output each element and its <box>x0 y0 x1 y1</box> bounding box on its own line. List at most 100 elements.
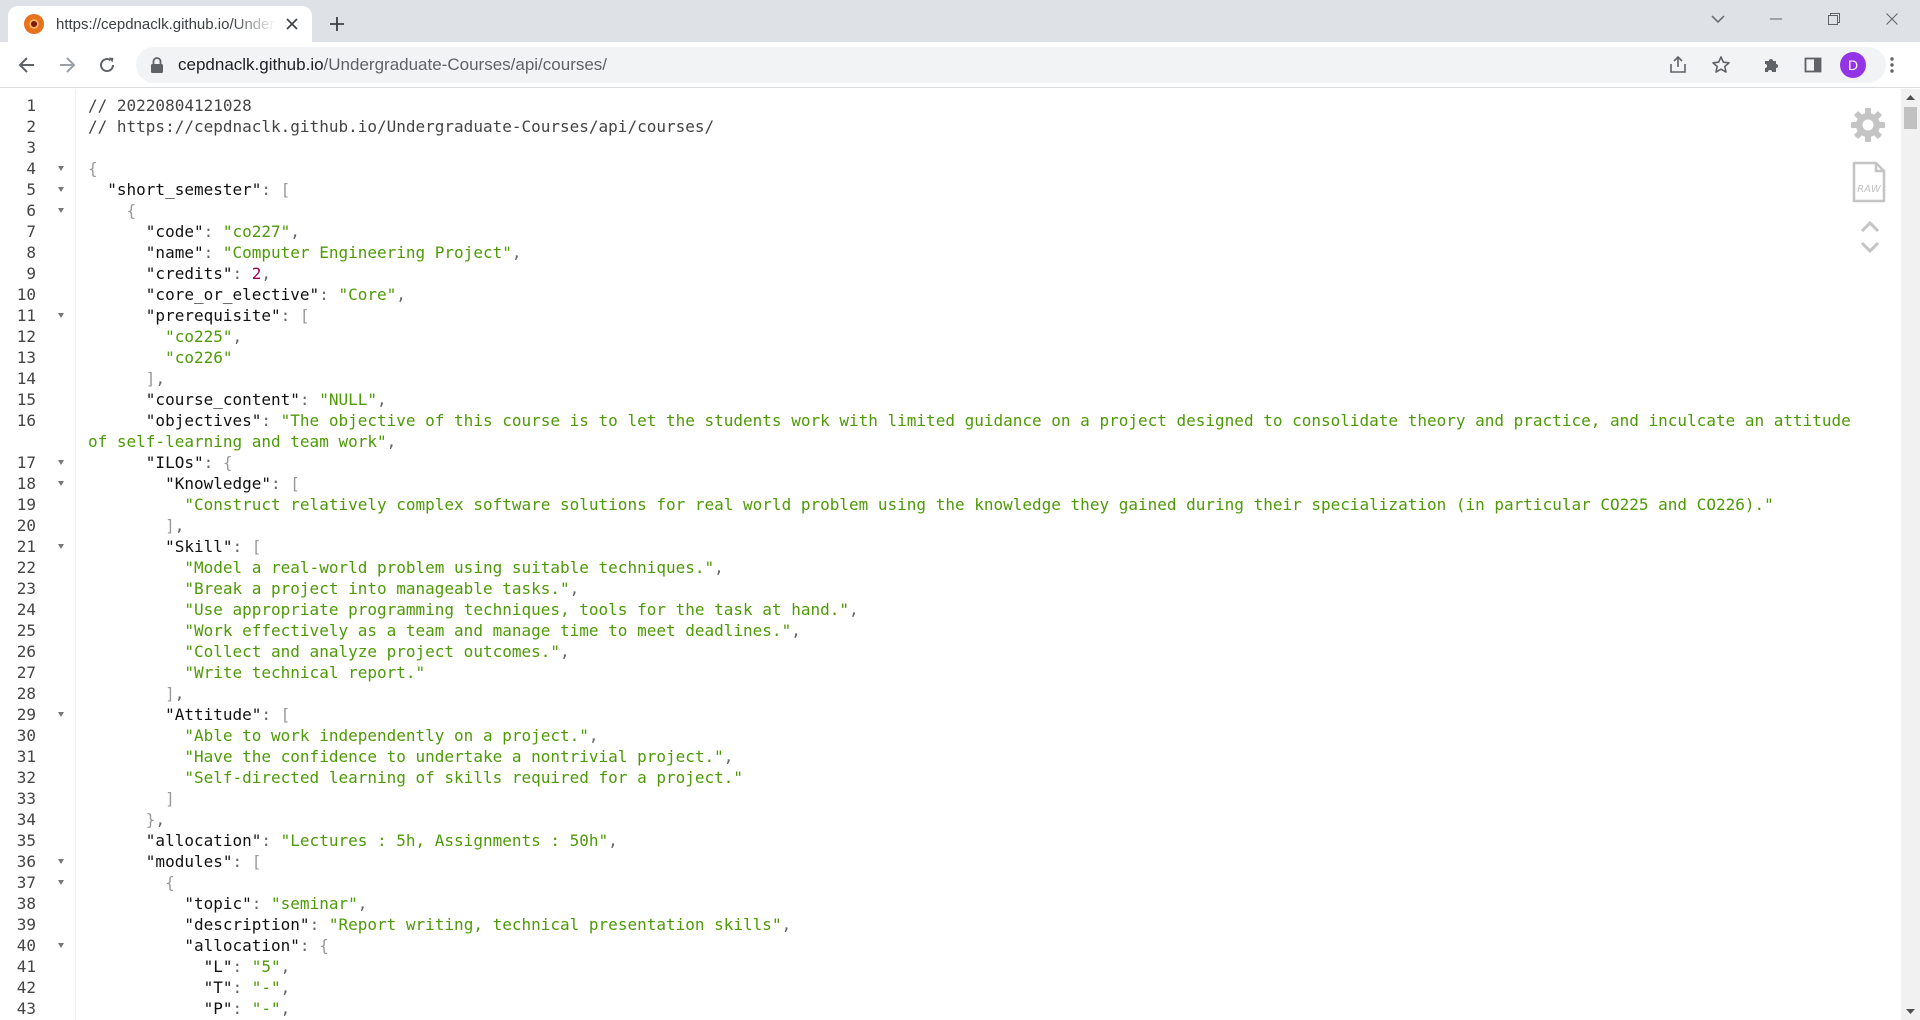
bookmark-star-icon[interactable] <box>1709 53 1733 77</box>
code-line: 38 "topic": "seminar", <box>0 893 1900 914</box>
code-line: 39 "description": "Report writing, techn… <box>0 914 1900 935</box>
fold-toggle-icon[interactable] <box>36 935 76 956</box>
extensions-puzzle-icon[interactable] <box>1756 49 1788 81</box>
fold-toggle-icon[interactable] <box>36 473 76 494</box>
fold-toggle-icon[interactable] <box>36 872 76 893</box>
json-punctuation <box>88 600 184 619</box>
browser-tab[interactable]: https://cepdnaclk.github.io/Undergraduat… <box>8 6 312 42</box>
json-punctuation: , <box>386 432 397 451</box>
fold-toggle-icon[interactable] <box>36 452 76 473</box>
code-line: 8 "name": "Computer Engineering Project"… <box>0 242 1900 263</box>
json-punctuation: , <box>714 558 724 577</box>
line-text: "Work effectively as a team and manage t… <box>88 620 1858 641</box>
vertical-scrollbar[interactable] <box>1901 89 1920 1020</box>
minimize-button[interactable] <box>1748 0 1804 38</box>
json-string: "co226" <box>165 348 233 367</box>
line-text: "Skill": [ <box>88 536 1858 557</box>
json-punctuation: : <box>299 390 320 409</box>
json-number: 2 <box>251 264 262 283</box>
scroll-up-arrow-icon[interactable] <box>1901 89 1920 106</box>
fold-toggle-icon[interactable] <box>36 704 76 725</box>
kebab-menu-icon[interactable] <box>1876 49 1908 81</box>
scroll-down-arrow-icon[interactable] <box>1901 1003 1920 1020</box>
restore-button[interactable] <box>1806 0 1862 38</box>
line-text: "allocation": { <box>88 935 1858 956</box>
code-line: 22 "Model a real-world problem using sui… <box>0 557 1900 578</box>
new-tab-button[interactable] <box>322 9 352 39</box>
line-number: 30 <box>16 726 36 745</box>
json-punctuation <box>88 831 146 850</box>
fold-toggle-icon[interactable] <box>36 851 76 872</box>
line-text: "Attitude": [ <box>88 704 1858 725</box>
json-key: "allocation" <box>145 831 262 850</box>
fold-toggle-icon[interactable] <box>36 200 76 221</box>
json-punctuation <box>88 705 165 724</box>
json-punctuation: , <box>588 726 599 745</box>
json-key: "credits" <box>145 264 233 283</box>
line-number: 37 <box>16 873 36 892</box>
code-line: 42 "T": "-", <box>0 977 1900 998</box>
json-punctuation: : <box>261 411 281 430</box>
json-string: "Core" <box>338 285 397 304</box>
url-text[interactable]: cepdnaclk.github.io/Undergraduate-Course… <box>178 55 607 75</box>
json-bracket: [ <box>290 474 300 493</box>
profile-avatar[interactable]: D <box>1840 52 1866 78</box>
code-line: 28 ], <box>0 683 1900 704</box>
line-text: ], <box>88 683 1858 704</box>
close-window-button[interactable] <box>1864 0 1920 38</box>
back-button[interactable] <box>11 49 43 81</box>
code-line: 16 "objectives": "The objective of this … <box>0 410 1900 452</box>
chevron-up-icon[interactable] <box>1860 219 1880 233</box>
raw-file-icon[interactable]: RAW <box>1852 161 1886 203</box>
code-line: 5 "short_semester": [ <box>0 179 1900 200</box>
tab-close-icon[interactable] <box>282 14 302 34</box>
json-punctuation: , <box>723 747 734 766</box>
json-key: "core_or_elective" <box>145 285 320 304</box>
line-number: 2 <box>26 117 36 136</box>
json-punctuation <box>88 789 165 808</box>
tab-search-button[interactable] <box>1690 0 1746 38</box>
code-line: 23 "Break a project into manageable task… <box>0 578 1900 599</box>
side-panel-icon[interactable] <box>1797 49 1829 81</box>
json-punctuation: , <box>174 516 185 535</box>
share-icon[interactable] <box>1666 53 1690 77</box>
json-punctuation <box>88 474 165 493</box>
chevron-down-icon[interactable] <box>1860 241 1880 255</box>
lock-icon[interactable] <box>150 57 164 73</box>
gear-icon[interactable] <box>1850 107 1886 143</box>
line-text: }, <box>88 809 1858 830</box>
code-line: 40 "allocation": { <box>0 935 1900 956</box>
json-punctuation: , <box>781 915 792 934</box>
line-text: "T": "-", <box>88 977 1858 998</box>
fold-toggle-icon[interactable] <box>36 179 76 200</box>
fold-toggle-icon[interactable] <box>36 158 76 179</box>
json-punctuation: : <box>251 894 272 913</box>
line-text: "Able to work independently on a project… <box>88 725 1858 746</box>
json-string: "Collect and analyze project outcomes." <box>184 642 561 661</box>
forward-button[interactable] <box>51 49 83 81</box>
json-punctuation: , <box>280 978 291 997</box>
code-line: 10 "core_or_elective": "Core", <box>0 284 1900 305</box>
json-key: "description" <box>184 915 310 934</box>
code-line: 11 "prerequisite": [ <box>0 305 1900 326</box>
address-bar[interactable]: cepdnaclk.github.io/Undergraduate-Course… <box>136 47 1886 83</box>
line-text: "Collect and analyze project outcomes.", <box>88 641 1858 662</box>
json-string: "Able to work independently on a project… <box>184 726 589 745</box>
json-punctuation <box>88 894 184 913</box>
reload-button[interactable] <box>91 49 123 81</box>
fold-toggle-icon[interactable] <box>36 536 76 557</box>
scrollbar-thumb[interactable] <box>1904 107 1917 129</box>
json-punctuation: : <box>232 852 252 871</box>
line-text: "Have the confidence to undertake a nont… <box>88 746 1858 767</box>
json-punctuation <box>88 579 184 598</box>
fold-toggle-icon[interactable] <box>36 305 76 326</box>
